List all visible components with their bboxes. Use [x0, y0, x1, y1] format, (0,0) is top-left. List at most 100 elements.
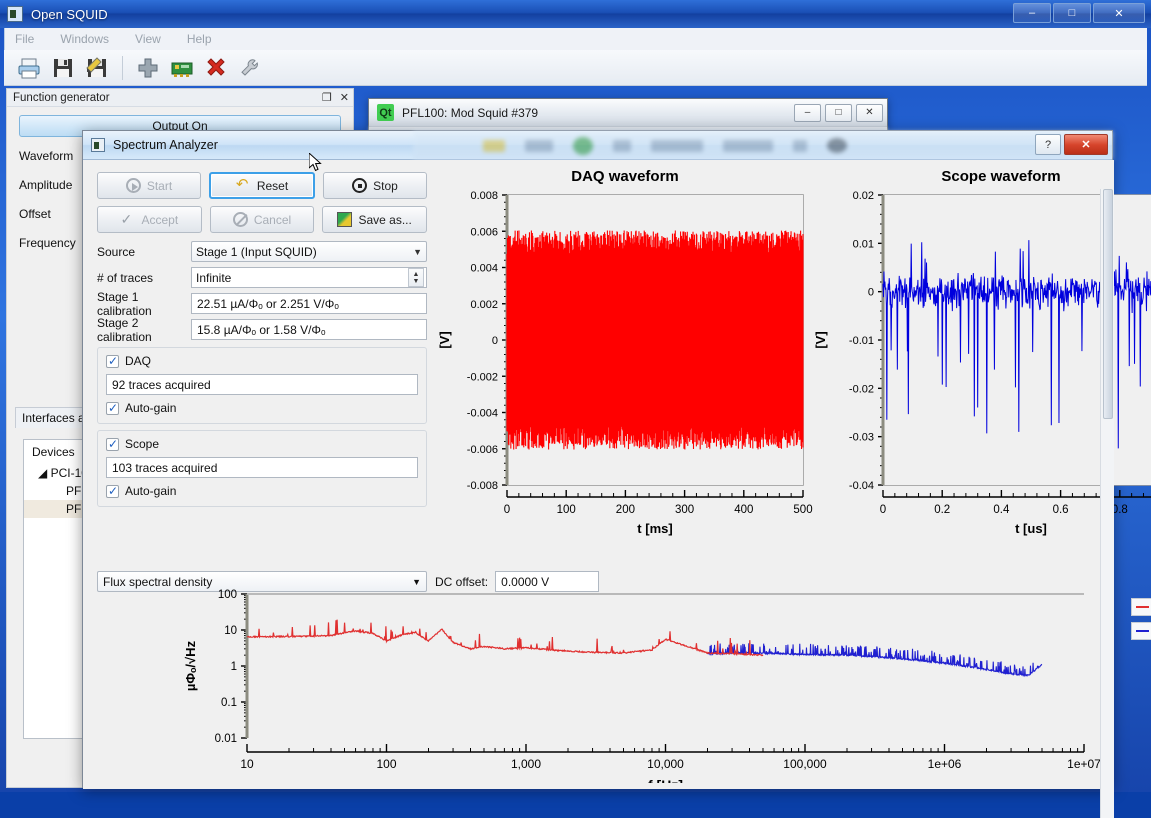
qt-logo-icon: Qt	[377, 104, 394, 121]
legend-item-scope[interactable]: Scope	[1131, 622, 1151, 640]
menu-item-view[interactable]: View	[135, 32, 161, 46]
svg-text:100: 100	[376, 757, 396, 771]
svg-text:0.2: 0.2	[934, 504, 950, 516]
source-row: Source Stage 1 (Input SQUID) ▼	[97, 240, 427, 263]
start-button[interactable]: Start	[97, 172, 201, 199]
menu-item-windows[interactable]: Windows	[60, 32, 109, 46]
close-button[interactable]: ✕	[1093, 3, 1145, 23]
float-icon[interactable]: ❐	[322, 91, 332, 104]
function-generator-header: Function generator ❐ ✕	[7, 89, 353, 107]
svg-text:-0.008: -0.008	[467, 480, 498, 492]
svg-text:t [us]: t [us]	[1015, 521, 1047, 536]
svg-text:0: 0	[868, 287, 874, 299]
blurred-icon	[483, 140, 505, 152]
daq-plot-title: DAQ waveform	[435, 168, 815, 185]
spectrum-analyzer-titlebar[interactable]: Spectrum Analyzer ? ✕	[83, 131, 1112, 160]
accept-button[interactable]: ✓ Accept	[97, 206, 202, 233]
daq-checkbox[interactable]	[106, 355, 119, 368]
num-traces-row: # of traces Infinite ▲ ▼	[97, 266, 427, 289]
scope-checkbox[interactable]	[106, 438, 119, 451]
svg-text:µΦₒ/√Hz: µΦₒ/√Hz	[183, 640, 198, 691]
svg-text:0.006: 0.006	[470, 226, 498, 238]
num-traces-spinner[interactable]: Infinite ▲ ▼	[191, 267, 427, 288]
reset-button-label: Reset	[257, 179, 288, 193]
ban-icon	[233, 212, 248, 227]
main-window: Open SQUID – □ ✕ File Windows View Help	[0, 0, 1151, 792]
dialog-scrollbar[interactable]	[1100, 189, 1114, 818]
device-icon[interactable]	[169, 55, 195, 81]
stage2-cal-label: Stage 2 calibration	[97, 316, 191, 344]
settings-icon[interactable]	[237, 55, 263, 81]
function-generator-title: Function generator	[13, 92, 110, 104]
dc-offset-label: DC offset:	[435, 575, 488, 589]
stage2-cal-field[interactable]: 15.8 µA/Φₒ or 1.58 V/Φₒ	[191, 319, 427, 340]
pfl100-titlebar[interactable]: Qt PFL100: Mod Squid #379 – □ ✕	[369, 99, 887, 127]
svg-text:-0.006: -0.006	[467, 444, 498, 456]
scope-autogain-checkbox[interactable]	[106, 485, 119, 498]
spinner-down-icon[interactable]: ▼	[413, 278, 420, 285]
svg-text:-0.02: -0.02	[849, 383, 874, 395]
close-icon[interactable]: ✕	[340, 91, 349, 104]
help-button[interactable]: ?	[1035, 134, 1061, 155]
accept-button-label: Accept	[141, 213, 178, 227]
svg-text:-0.04: -0.04	[849, 480, 874, 492]
svg-text:1: 1	[231, 661, 237, 673]
blurred-icon	[827, 138, 847, 153]
add-icon[interactable]	[135, 55, 161, 81]
daq-autogain-row[interactable]: Auto-gain	[106, 401, 418, 415]
svg-text:-0.002: -0.002	[467, 371, 498, 383]
menu-item-file[interactable]: File	[15, 32, 34, 46]
source-combo[interactable]: Stage 1 (Input SQUID) ▼	[191, 241, 427, 262]
svg-text:0: 0	[504, 504, 510, 516]
daq-label: DAQ	[125, 354, 151, 368]
blurred-icon	[573, 137, 593, 155]
spectrum-plot-svg: 0.010.1110100101001,00010,000100,0001e+0…	[179, 588, 1109, 783]
svg-text:10: 10	[240, 757, 254, 771]
main-titlebar[interactable]: Open SQUID – □ ✕	[0, 0, 1151, 28]
svg-text:[V]: [V]	[813, 331, 828, 348]
minimize-button[interactable]: –	[1013, 3, 1051, 23]
spectrum-close-button[interactable]: ✕	[1064, 134, 1108, 155]
save-as-icon[interactable]	[84, 55, 110, 81]
print-icon[interactable]	[16, 55, 42, 81]
save-icon[interactable]	[50, 55, 76, 81]
stop-button[interactable]: Stop	[323, 172, 427, 199]
daq-checkbox-row[interactable]: DAQ	[106, 354, 418, 368]
start-button-label: Start	[147, 179, 172, 193]
daq-autogain-checkbox[interactable]	[106, 402, 119, 415]
legend-item-daq[interactable]: DAQ	[1131, 598, 1151, 616]
scope-autogain-row[interactable]: Auto-gain	[106, 484, 418, 498]
stage1-cal-field[interactable]: 22.51 µA/Φₒ or 2.251 V/Φₒ	[191, 293, 427, 314]
scope-checkbox-row[interactable]: Scope	[106, 437, 418, 451]
blurred-icon	[613, 140, 631, 152]
expander-icon[interactable]: ◢	[38, 466, 47, 480]
svg-text:0: 0	[880, 504, 886, 516]
scrollbar-thumb[interactable]	[1103, 189, 1113, 419]
delete-icon[interactable]	[203, 55, 229, 81]
spinner-buttons[interactable]: ▲ ▼	[408, 268, 424, 287]
reset-button[interactable]: ↶ Reset	[209, 172, 315, 199]
save-as-button[interactable]: Save as...	[322, 206, 427, 233]
scope-plot-title: Scope waveform	[811, 168, 1151, 185]
stage1-cal-row: Stage 1 calibration 22.51 µA/Φₒ or 2.251…	[97, 292, 427, 315]
spinner-up-icon[interactable]: ▲	[413, 271, 420, 278]
cancel-button[interactable]: Cancel	[210, 206, 315, 233]
pfl-maximize-button[interactable]: □	[825, 104, 852, 122]
svg-text:f [Hz]: f [Hz]	[648, 777, 683, 783]
blurred-background-band	[413, 131, 1113, 160]
scope-group: Scope 103 traces acquired Auto-gain	[97, 430, 427, 507]
toolbar	[4, 50, 1147, 86]
toolbar-separator	[122, 56, 123, 80]
undo-icon: ↶	[236, 178, 251, 193]
menu-item-help[interactable]: Help	[187, 32, 212, 46]
pfl-minimize-button[interactable]: –	[794, 104, 821, 122]
spectrum-legend: DAQ Scope	[1131, 598, 1151, 646]
pfl-close-button[interactable]: ✕	[856, 104, 883, 122]
legend-swatch-daq	[1136, 606, 1149, 608]
svg-text:t [ms]: t [ms]	[637, 521, 672, 536]
check-icon: ✓	[120, 212, 135, 227]
maximize-button[interactable]: □	[1053, 3, 1091, 23]
blurred-icon	[651, 140, 703, 152]
svg-text:500: 500	[793, 504, 812, 516]
scope-autogain-label: Auto-gain	[125, 484, 176, 498]
